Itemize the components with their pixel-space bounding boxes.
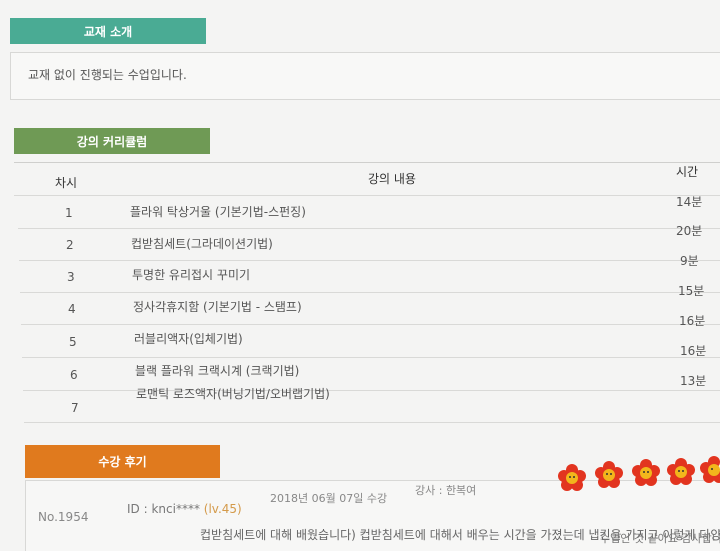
review-author: ID : knci**** (lv.45) [127,502,242,516]
row-1-title[interactable]: 플라워 탁상거울 (기본기법-스펀징) [130,203,306,220]
textbook-tab-label: 교재 소개 [83,24,133,39]
row-7-no: 7 [71,401,79,415]
row-3-title[interactable]: 투명한 유리접시 꾸미기 [132,266,250,283]
curriculum-tab-label: 강의 커리큘럼 [76,134,148,149]
row-4-title[interactable]: 정사각휴지함 (기본기법 - 스탬프) [133,298,302,315]
row-divider [22,357,720,358]
row-6-title[interactable]: 블랙 플라워 크랙시계 (크랙기법) [135,362,299,379]
header-divider [14,195,720,196]
row-5-title[interactable]: 러블리액자(입체기법) [134,330,243,347]
curriculum-tab: 강의 커리큘럼 [14,128,210,154]
row-divider [23,390,720,391]
row-7-time: 13분 [680,374,707,388]
row-2-time: 20분 [676,224,703,238]
row-6-no: 6 [70,368,78,382]
row-5-time: 16분 [679,314,706,328]
row-5-no: 5 [69,335,77,349]
table-bottom-border [24,422,720,423]
header-content: 강의 내용 [368,172,416,186]
review-date: 2018년 06월 07일 수강 [270,492,388,505]
flower-rating-icon [632,459,660,486]
row-6-time: 16분 [680,344,707,358]
row-1-time: 14분 [676,195,703,209]
row-divider [18,228,720,229]
row-3-no: 3 [67,270,75,284]
review-body-cont: 수업인 것 같아요 감사합니다 [600,532,720,545]
header-order: 차시 [55,176,78,190]
review-author-level: (lv.45) [203,502,242,516]
review-author-id: ID : knci**** [127,502,200,516]
textbook-text: 교재 없이 진행되는 수업입니다. [28,68,187,82]
review-teacher: 강사 : 한복여 [415,484,477,497]
review-number: No.1954 [38,510,89,524]
row-1-no: 1 [65,206,73,220]
row-7-title[interactable]: 로맨틱 로즈액자(버닝기법/오버랩기법) [136,385,330,402]
flower-rating-icon [667,458,695,485]
table-top-border [14,162,720,163]
row-4-no: 4 [68,302,76,316]
flower-rating-icon [558,464,586,491]
row-4-time: 15분 [678,284,705,298]
review-tab-label: 수강 후기 [98,455,147,469]
row-divider [21,324,720,325]
header-time: 시간 [676,165,699,179]
row-3-time: 9분 [680,254,699,268]
row-2-title[interactable]: 컵받침세트(그라데이션기법) [131,235,273,252]
review-tab: 수강 후기 [25,445,220,478]
row-2-no: 2 [66,238,74,252]
row-divider [20,292,720,293]
flower-rating-icon [700,456,720,483]
textbook-tab: 교재 소개 [10,18,206,44]
flower-rating-icon [595,461,623,488]
row-divider [19,260,720,261]
